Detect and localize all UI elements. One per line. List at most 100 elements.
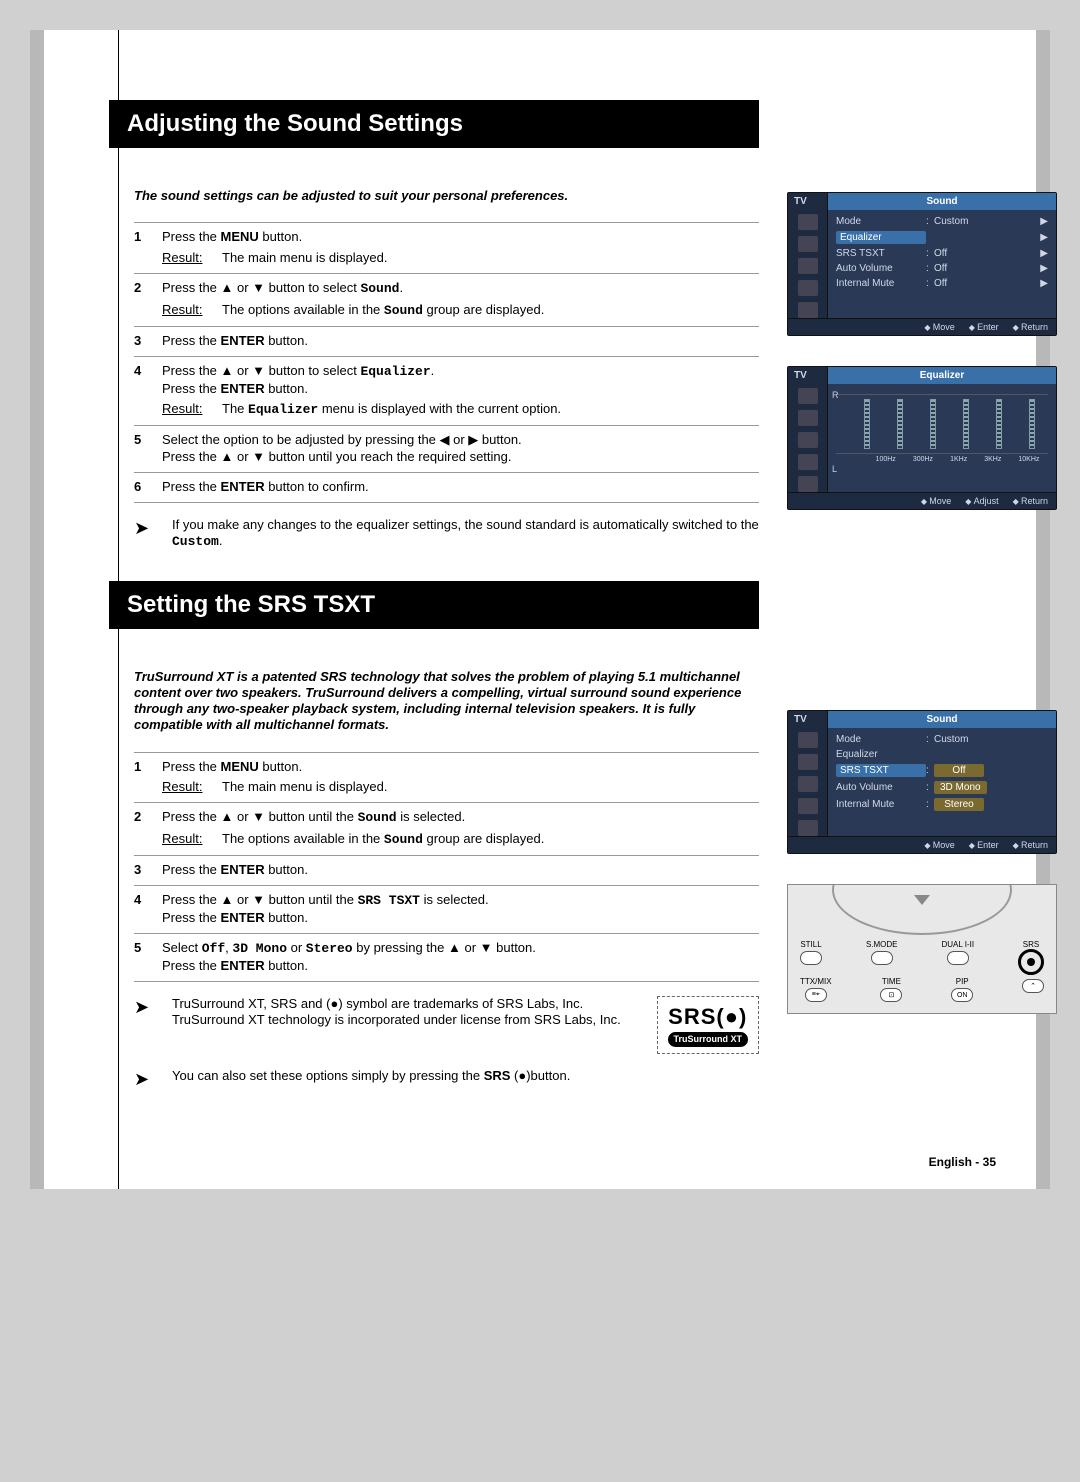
step-num: 2	[134, 809, 162, 849]
eq-l-label: L	[832, 464, 837, 474]
t: ENTER	[221, 958, 265, 973]
t: button.	[265, 910, 308, 925]
osd-val: Off	[934, 278, 1036, 289]
osd-hint: Return	[1013, 496, 1048, 506]
eq-band: 3KHz	[984, 456, 1001, 463]
osd-title: Equalizer	[828, 367, 1056, 384]
steps-sound: 1 Press the MENU button. Result:The main…	[134, 222, 759, 503]
t: Press the	[162, 229, 221, 244]
note-equalizer: ➤ If you make any changes to the equaliz…	[134, 517, 759, 551]
eq-bars	[836, 394, 1048, 454]
osd-category-icons	[788, 210, 828, 318]
osd-key: Internal Mute	[836, 799, 926, 810]
t: Press the ▲ or ▼ button to select	[162, 280, 360, 295]
remote-label: DUAL I-II	[941, 940, 974, 949]
section-title-sound: Adjusting the Sound Settings	[109, 100, 759, 148]
arrow-icon: ▶	[1036, 216, 1048, 227]
remote-label: STILL	[800, 940, 821, 949]
left-column: Adjusting the Sound Settings The sound s…	[114, 70, 759, 1105]
step-num: 1	[134, 759, 162, 797]
t: Press the ▲ or ▼ button until the	[162, 892, 358, 907]
remote-label: TTX/MIX	[800, 977, 832, 986]
t: button.	[265, 862, 308, 877]
right-column: TVSound Mode:Custom▶ Equalizer▶ SRS TSXT…	[787, 70, 1080, 1105]
result-label: Result:	[162, 302, 222, 320]
t: ENTER	[221, 862, 265, 877]
t: Sound	[358, 810, 397, 825]
t: Press the	[162, 381, 221, 396]
srs-logo-pill: TruSurround XT	[668, 1032, 749, 1047]
osd-tv-label: TV	[788, 711, 828, 728]
result-label: Result:	[162, 250, 222, 267]
eq-band: 100Hz	[876, 456, 896, 463]
remote-label: S.MODE	[866, 940, 898, 949]
srs-logo: SRS(●) TruSurround XT	[657, 996, 760, 1055]
t: ENTER	[221, 910, 265, 925]
step-num: 5	[134, 432, 162, 466]
osd-hint: Adjust	[965, 496, 998, 506]
result-label: Result:	[162, 831, 222, 849]
remote-label: TIME	[882, 977, 901, 986]
t: .	[431, 363, 435, 378]
t: TruSurround XT, SRS and (●) symbol are t…	[172, 996, 629, 1055]
step-body: Press the ▲ or ▼ button to select Equali…	[162, 363, 759, 420]
remote-dpad-icon	[832, 884, 1012, 935]
step-num: 4	[134, 892, 162, 927]
section-title-srs: Setting the SRS TSXT	[109, 581, 759, 629]
t: The options available in the	[222, 831, 384, 846]
remote-diagram: STILL S.MODE DUAL I-II SRS TTX/MIX≡⌖ TIM…	[787, 884, 1057, 1014]
t: Press the	[162, 479, 221, 494]
note-arrow-icon: ➤	[134, 996, 160, 1055]
osd-key: Auto Volume	[836, 263, 926, 274]
down-arrow-icon	[914, 895, 930, 905]
osd-val: Custom	[934, 216, 1036, 227]
osd-key: Mode	[836, 216, 926, 227]
t: Sound	[384, 832, 423, 847]
osd-key: Auto Volume	[836, 782, 926, 793]
osd-srs-menu: TVSound Mode:Custom Equalizer SRS TSXT:O…	[787, 710, 1057, 854]
eq-band: 10KHz	[1018, 456, 1039, 463]
step-body: Press the ▲ or ▼ button until the Sound …	[162, 809, 759, 849]
intro-srs: TruSurround XT is a patented SRS technol…	[134, 669, 759, 734]
t: .	[399, 280, 403, 295]
osd-val: 3D Mono	[934, 781, 987, 794]
step-num: 6	[134, 479, 162, 496]
remote-icon: ⌃	[1022, 979, 1044, 993]
step-body: Press the MENU button. Result:The main m…	[162, 229, 759, 267]
osd-tv-label: TV	[788, 193, 828, 210]
t: Press the	[162, 910, 221, 925]
step-num: 1	[134, 229, 162, 267]
osd-sound-menu: TVSound Mode:Custom▶ Equalizer▶ SRS TSXT…	[787, 192, 1057, 336]
remote-icon: ⊡	[880, 988, 902, 1002]
t: SRS	[484, 1068, 511, 1083]
steps-srs: 1 Press the MENU button. Result:The main…	[134, 752, 759, 982]
t: button.	[259, 229, 302, 244]
osd-hint: Enter	[969, 840, 999, 850]
t: Press the	[162, 862, 221, 877]
srs-logo-text: SRS(●)	[668, 1003, 749, 1031]
t: Press the ▲ or ▼ button until the	[162, 809, 358, 824]
step-num: 4	[134, 363, 162, 420]
t: The main menu is displayed.	[222, 779, 387, 796]
t: The	[222, 401, 248, 416]
t: (●)button.	[510, 1068, 570, 1083]
step-num: 3	[134, 862, 162, 879]
note-arrow-icon: ➤	[134, 1068, 160, 1091]
result-label: Result:	[162, 401, 222, 419]
t: button.	[265, 958, 308, 973]
osd-hint: Enter	[969, 322, 999, 332]
eq-band: 300Hz	[913, 456, 933, 463]
t: The options available in the	[222, 302, 384, 317]
eq-r-label: R	[832, 390, 839, 400]
osd-val: Custom	[934, 734, 1048, 745]
osd-title: Sound	[828, 711, 1056, 728]
t: group are displayed.	[423, 302, 544, 317]
arrow-icon: ▶	[1036, 248, 1048, 259]
step-num: 2	[134, 280, 162, 320]
t: menu is displayed with the current optio…	[318, 401, 561, 416]
t: MENU	[221, 229, 259, 244]
t: Press the ▲ or ▼ button until you reach …	[162, 449, 511, 464]
arrow-icon: ▶	[1036, 263, 1048, 274]
step-num: 3	[134, 333, 162, 350]
osd-equalizer: TVEqualizer R L 100Hz300Hz1KHz3KHz10KHz …	[787, 366, 1057, 510]
